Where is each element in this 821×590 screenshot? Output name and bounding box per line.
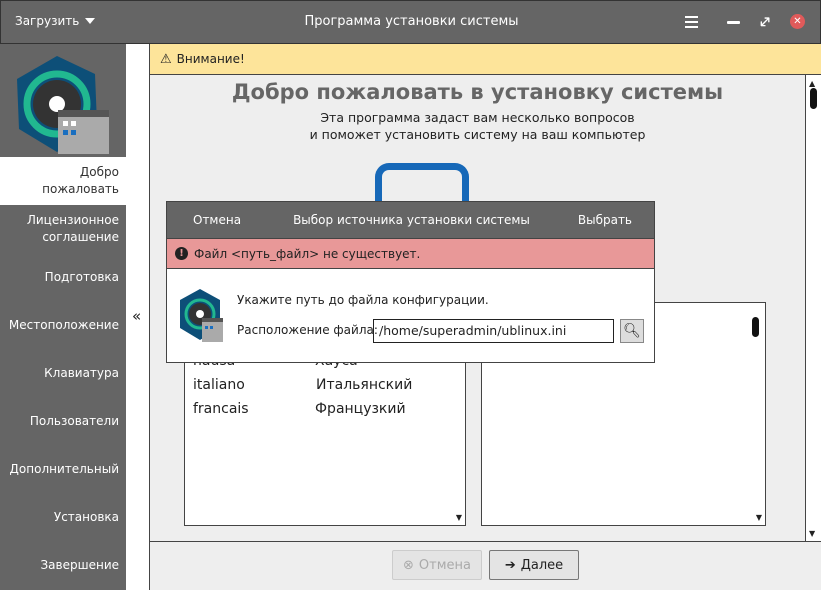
error-text: Файл <путь_файл> не существует. [194, 246, 421, 261]
app-logo [17, 56, 109, 154]
sidebar-item-location[interactable]: Местоположение [0, 301, 126, 349]
cancel-label: Отмена [418, 557, 471, 573]
sidebar-item-additional[interactable]: Дополнительный [0, 445, 126, 493]
sidebar-item-label: Завершение [40, 557, 119, 572]
language-code[interactable]: italiano [193, 377, 245, 393]
collapse-sidebar-button[interactable]: « [132, 307, 141, 325]
warning-icon: ⚠ [160, 51, 172, 67]
footer-bar: ⊗ Отмена ➔ Далее [150, 541, 821, 590]
sidebar-item-finish[interactable]: Завершение [0, 541, 126, 589]
warning-text: Внимание! [176, 52, 245, 66]
sidebar-item-label: Местоположение [8, 317, 119, 332]
sidebar-item-label: Установка [53, 509, 119, 524]
window-title: Программа установки системы [304, 14, 519, 29]
error-icon: ! [175, 247, 188, 260]
app-logo-small [180, 289, 223, 342]
scrollbar-thumb[interactable] [810, 88, 817, 109]
cancel-icon: ⊗ [403, 557, 414, 573]
cancel-button[interactable]: ⊗ Отмена [392, 550, 482, 580]
sidebar: Добро пожаловать Лицензионное соглашение… [0, 44, 126, 590]
sidebar-item-label: Дополнительный [9, 461, 119, 476]
scrollbar-thumb[interactable] [752, 317, 759, 337]
arrow-right-circle-icon: ➔ [504, 557, 516, 573]
scroll-down-icon[interactable]: ▼ [456, 513, 462, 522]
dialog-select-button[interactable]: Выбрать [578, 213, 632, 227]
language-name[interactable]: Французкий [315, 401, 406, 417]
scroll-down-icon[interactable]: ▼ [756, 513, 762, 522]
title-bar: Загрузить Программа установки системы ↔ … [0, 0, 821, 44]
dialog-header: Отмена Выбор источника установки системы… [167, 202, 654, 238]
sidebar-item-label: Лицензионное соглашение [26, 213, 119, 244]
sidebar-item-preparation[interactable]: Подготовка [0, 253, 126, 301]
sidebar-item-keyboard[interactable]: Клавиатура [0, 349, 126, 397]
subtitle-line-2: и поможет установить систему на ваш комп… [309, 127, 646, 142]
menu-icon[interactable] [685, 16, 698, 28]
subtitle-line-1: Эта программа задаст вам несколько вопро… [320, 110, 635, 125]
sidebar-item-license[interactable]: Лицензионное соглашение [0, 205, 126, 253]
language-code[interactable]: francais [193, 401, 249, 417]
minimize-icon[interactable] [727, 21, 740, 24]
close-icon[interactable]: ✕ [790, 14, 805, 29]
source-dialog: Отмена Выбор источника установки системы… [166, 201, 655, 363]
sidebar-item-install[interactable]: Установка [0, 493, 126, 541]
language-name[interactable]: Итальянский [316, 377, 412, 393]
error-bar: ! Файл <путь_файл> не существует. [167, 238, 654, 269]
warning-bar: ⚠ Внимание! [150, 44, 821, 75]
sidebar-toggle-strip: « [126, 44, 150, 590]
sidebar-item-welcome[interactable]: Добро пожаловать [0, 157, 126, 205]
file-location-label: Расположение файла: [237, 323, 378, 337]
file-path-input[interactable]: /home/superadmin/ublinux.ini [373, 319, 614, 343]
dialog-prompt: Укажите путь до файла конфигурации. [237, 293, 489, 307]
search-icon: 🔍︎ [623, 323, 641, 339]
sidebar-item-label: Пользователи [29, 413, 119, 428]
next-label: Далее [520, 557, 564, 573]
page-title: Добро пожаловать в установку системы [231, 80, 724, 104]
sidebar-item-users[interactable]: Пользователи [0, 397, 126, 445]
browse-button[interactable]: 🔍︎ [620, 319, 644, 343]
next-button[interactable]: ➔ Далее [489, 550, 579, 580]
main-scrollbar[interactable]: ▲ ▼ [805, 75, 821, 541]
sidebar-item-label: Клавиатура [44, 365, 119, 380]
sidebar-item-label: Подготовка [44, 269, 119, 284]
sidebar-item-label: Добро пожаловать [42, 165, 119, 196]
